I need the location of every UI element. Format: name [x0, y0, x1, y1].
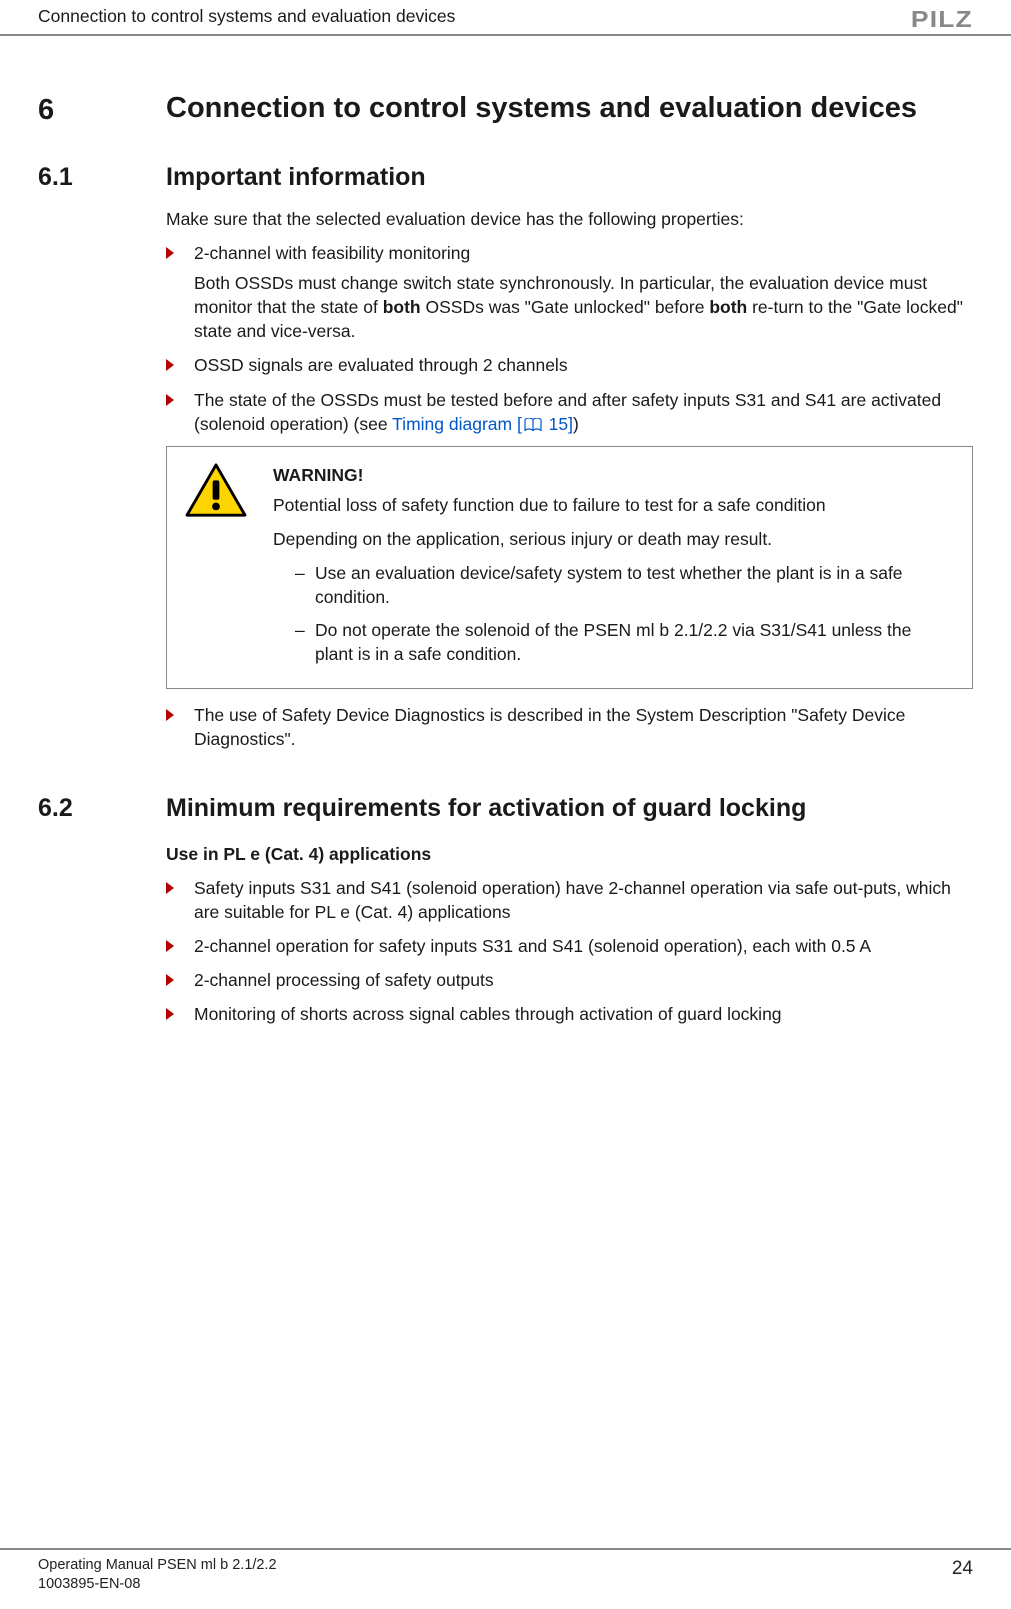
text: Monitoring of shorts across signal cable… [194, 1004, 782, 1024]
warning-body: WARNING! Potential loss of safety functi… [273, 463, 954, 674]
link-text: Timing diagram [ [392, 414, 522, 434]
list-item: The use of Safety Device Diagnostics is … [166, 703, 973, 751]
page-footer: Operating Manual PSEN ml b 2.1/2.2 10038… [0, 1548, 1011, 1595]
list-item: The state of the OSSDs must be tested be… [166, 388, 973, 436]
warning-icon [185, 463, 247, 519]
page-content: 6 Connection to control systems and eval… [0, 90, 1011, 1036]
section-6-heading-row: 6 Connection to control systems and eval… [38, 90, 973, 160]
intro-text: Make sure that the selected evaluation d… [166, 207, 973, 231]
warning-list: Use an evaluation device/safety system t… [295, 561, 954, 666]
list-item: 2-channel operation for safety inputs S3… [166, 934, 973, 958]
section-6-2-heading-row: 6.2 Minimum requirements for activation … [38, 791, 973, 838]
brand-logo: PILZ [911, 4, 973, 36]
page-number: 24 [952, 1556, 973, 1582]
warning-p2: Depending on the application, serious in… [273, 527, 954, 551]
lead-text: OSSD signals are evaluated through 2 cha… [194, 355, 568, 375]
bold: both [383, 297, 421, 317]
bullet-list: 2-channel with feasibility monitoring Bo… [166, 241, 973, 436]
text: 2-channel operation for safety inputs S3… [194, 936, 871, 956]
lead-text: 2-channel with feasibility monitoring [194, 241, 973, 265]
section-title: Connection to control systems and evalua… [166, 90, 973, 126]
bullet-list: The use of Safety Device Diagnostics is … [166, 703, 973, 751]
list-item: Monitoring of shorts across signal cable… [166, 1002, 973, 1026]
link-page: 15] [544, 414, 573, 434]
running-title: Connection to control systems and evalua… [38, 4, 455, 28]
text: Do not operate the solenoid of the PSEN … [315, 620, 911, 664]
footer-left: Operating Manual PSEN ml b 2.1/2.2 10038… [38, 1556, 277, 1595]
follow-text: Both OSSDs must change switch state sync… [194, 271, 973, 343]
text: The use of Safety Device Diagnostics is … [194, 705, 905, 749]
footer-doc-title: Operating Manual PSEN ml b 2.1/2.2 [38, 1556, 277, 1576]
warning-box: WARNING! Potential loss of safety functi… [166, 446, 973, 689]
cross-reference-link[interactable]: Timing diagram [ 15] [392, 414, 573, 434]
section-6-1-heading-row: 6.1 Important information [38, 160, 973, 207]
text: Safety inputs S31 and S41 (solenoid oper… [194, 878, 951, 922]
section-6-1-body: Make sure that the selected evaluation d… [38, 207, 973, 761]
bold: both [709, 297, 747, 317]
warning-icon-col [185, 463, 255, 674]
warning-p1: Potential loss of safety function due to… [273, 493, 954, 517]
footer-doc-id: 1003895-EN-08 [38, 1575, 277, 1595]
section-title: Minimum requirements for activation of g… [166, 791, 973, 826]
warning-title: WARNING! [273, 463, 954, 487]
list-item: OSSD signals are evaluated through 2 cha… [166, 353, 973, 377]
list-item: Safety inputs S31 and S41 (solenoid oper… [166, 876, 973, 924]
text: ) [573, 414, 579, 434]
section-number: 6 [38, 94, 54, 126]
text: 2-channel processing of safety outputs [194, 970, 494, 990]
section-number: 6.2 [38, 794, 73, 822]
list-item: 2-channel processing of safety outputs [166, 968, 973, 992]
sub-heading: Use in PL e (Cat. 4) applications [166, 842, 973, 866]
list-item: Do not operate the solenoid of the PSEN … [295, 618, 954, 666]
book-icon [524, 418, 542, 432]
bullet-list: Safety inputs S31 and S41 (solenoid oper… [166, 876, 973, 1027]
list-item: Use an evaluation device/safety system t… [295, 561, 954, 609]
text: OSSDs was "Gate unlocked" before [421, 297, 710, 317]
section-title: Important information [166, 160, 973, 195]
page-header: Connection to control systems and evalua… [0, 0, 1011, 36]
text: Use an evaluation device/safety system t… [315, 563, 903, 607]
section-number: 6.1 [38, 163, 73, 191]
section-6-2-body: Use in PL e (Cat. 4) applications Safety… [38, 838, 973, 1037]
list-item: 2-channel with feasibility monitoring Bo… [166, 241, 973, 344]
